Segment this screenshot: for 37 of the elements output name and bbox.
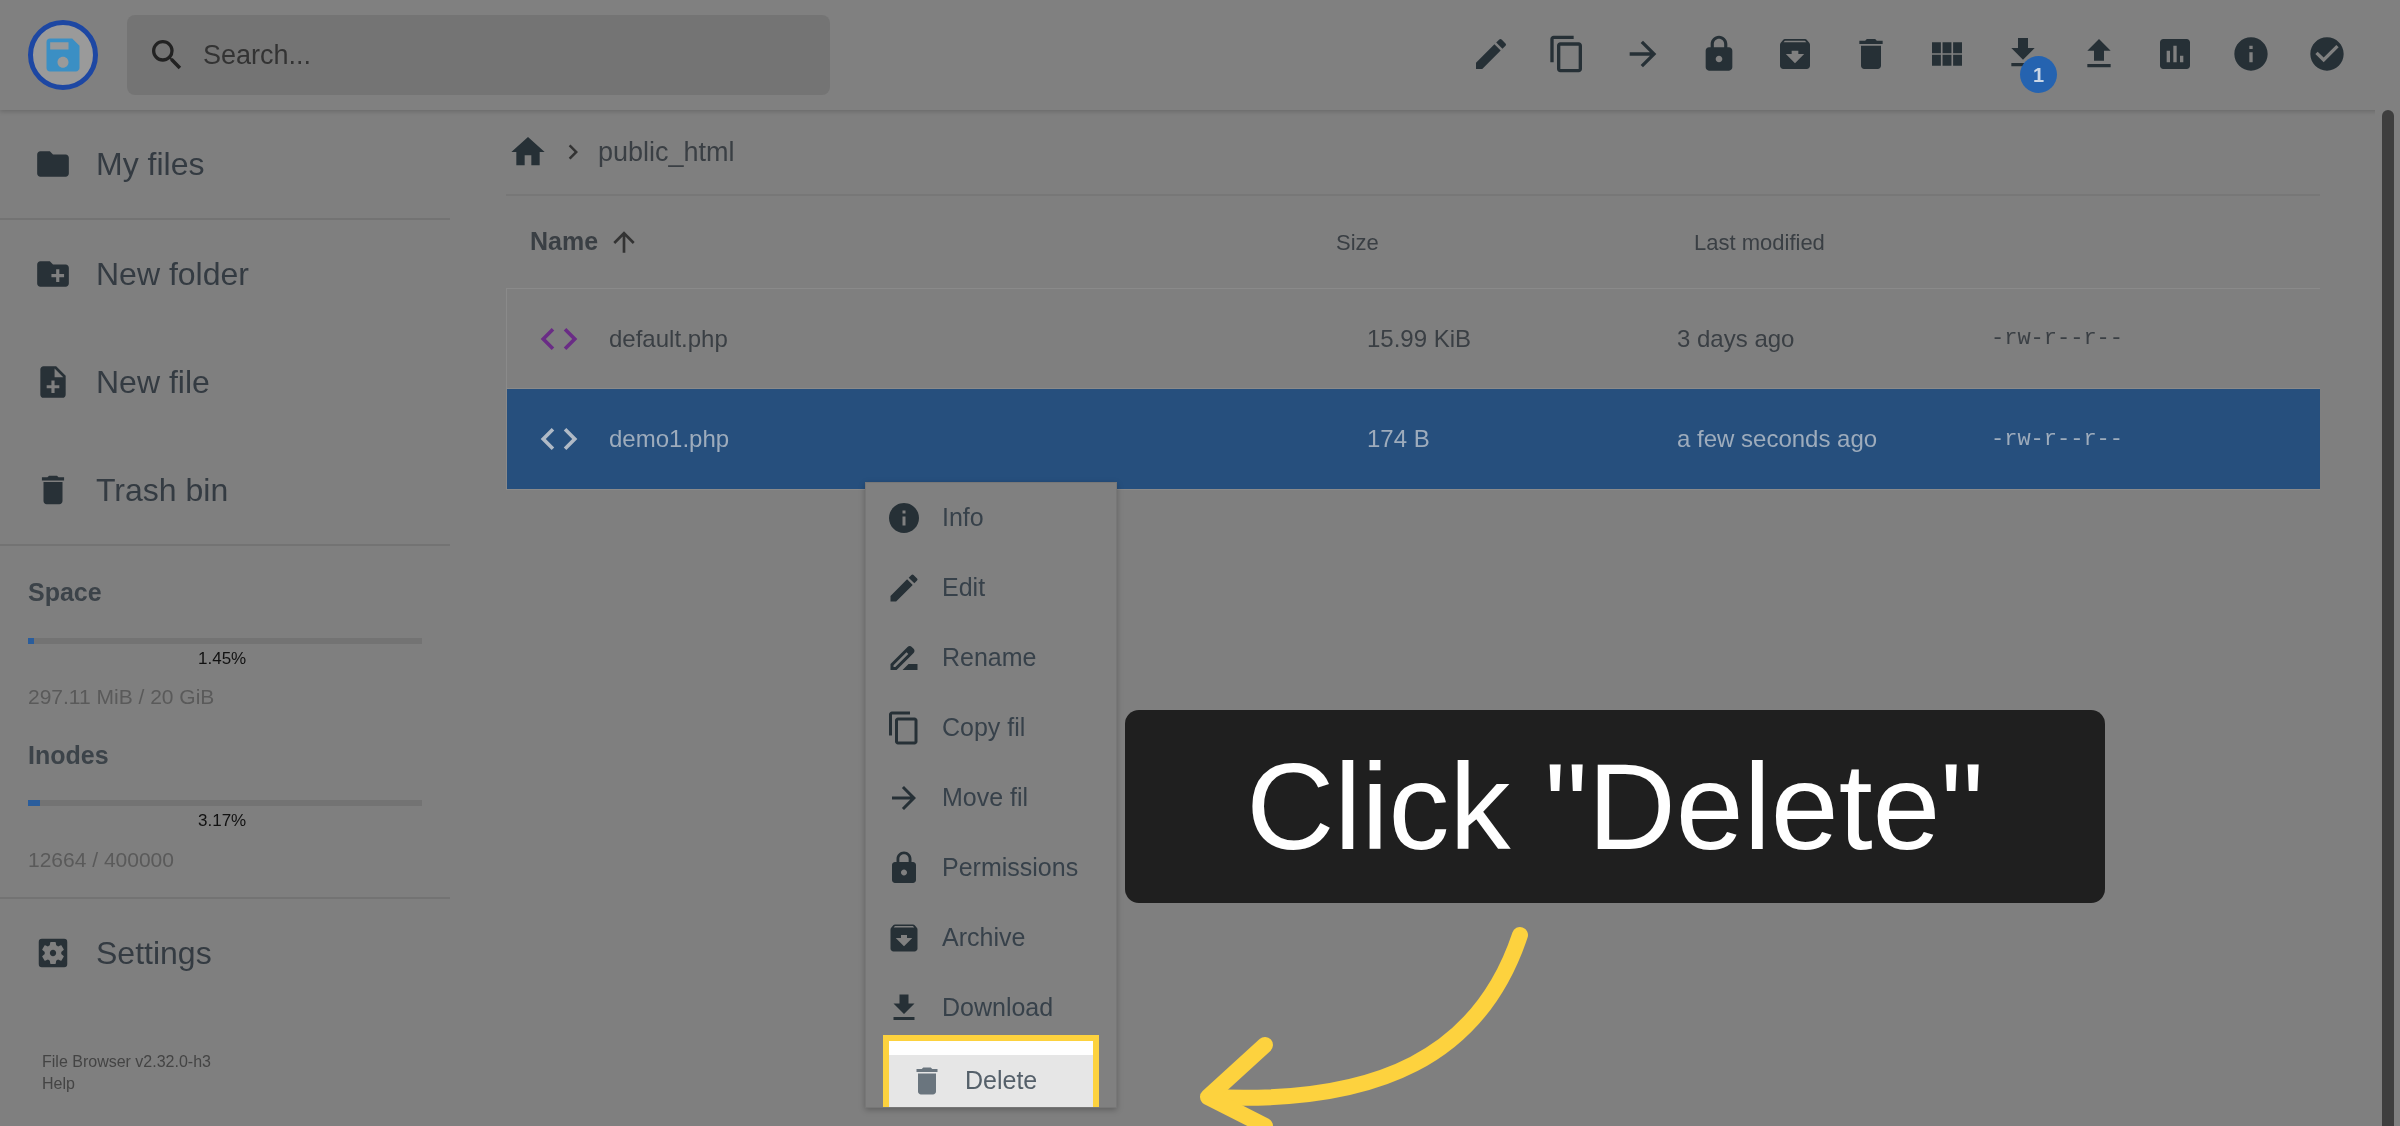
usage-label: Space (28, 577, 103, 608)
search-field[interactable]: Search... (127, 15, 830, 95)
sidebar-item[interactable]: New folder (0, 220, 450, 328)
file-row[interactable]: demo1.php 174 B a few seconds ago -rw-r--r-- (507, 389, 2320, 489)
column-header[interactable]: Last modified (1694, 225, 1825, 259)
sidebar-item[interactable]: Settings (0, 899, 450, 1007)
menu-item[interactable]: Archive (866, 903, 1116, 973)
menu-item[interactable]: Copy fil (866, 693, 1116, 763)
file-permissions: -rw-r--r-- (1990, 325, 2124, 353)
modified-time: 3 days ago (1677, 323, 1796, 354)
footer-text: File Browser v2.32.0-h3 (42, 1052, 212, 1072)
menu-item[interactable]: Rename (866, 623, 1116, 693)
sidebar-item[interactable]: New file (0, 328, 450, 436)
menu-item[interactable]: Edit (866, 553, 1116, 623)
callout-text: Click "Delete" (1246, 745, 1984, 868)
usage-label: Inodes (28, 739, 110, 771)
file-name: default.php (609, 323, 728, 354)
sidebar-item[interactable]: My files (0, 110, 450, 218)
column-header[interactable]: Name (530, 223, 599, 261)
info-icon (886, 500, 922, 536)
breadcrumb-link[interactable]: public_html (598, 131, 735, 173)
menu-item[interactable]: Move fil (866, 763, 1116, 833)
modified-time: a few seconds ago (1677, 424, 1879, 454)
file-size: 174 B (1366, 424, 1431, 454)
download-button[interactable]: 1 (2003, 33, 2059, 95)
menu-item[interactable]: Delete (889, 1055, 1093, 1107)
file-size: 15.99 KiB (1366, 323, 1473, 354)
usage-percent: 1.45% (198, 647, 247, 670)
count-badge: 1 (2020, 56, 2057, 93)
usage-percent: 3.17% (198, 810, 247, 832)
column-header[interactable]: Size (1336, 225, 1379, 259)
file-permissions: -rw-r--r-- (1990, 425, 2124, 454)
menu-item[interactable]: Permissions (866, 833, 1116, 903)
sidebar-item[interactable]: Trash bin (0, 436, 450, 544)
menu-item[interactable]: Download (866, 973, 1116, 1043)
file-name: demo1.php (609, 424, 730, 454)
footer-text[interactable]: Help (42, 1073, 450, 1095)
